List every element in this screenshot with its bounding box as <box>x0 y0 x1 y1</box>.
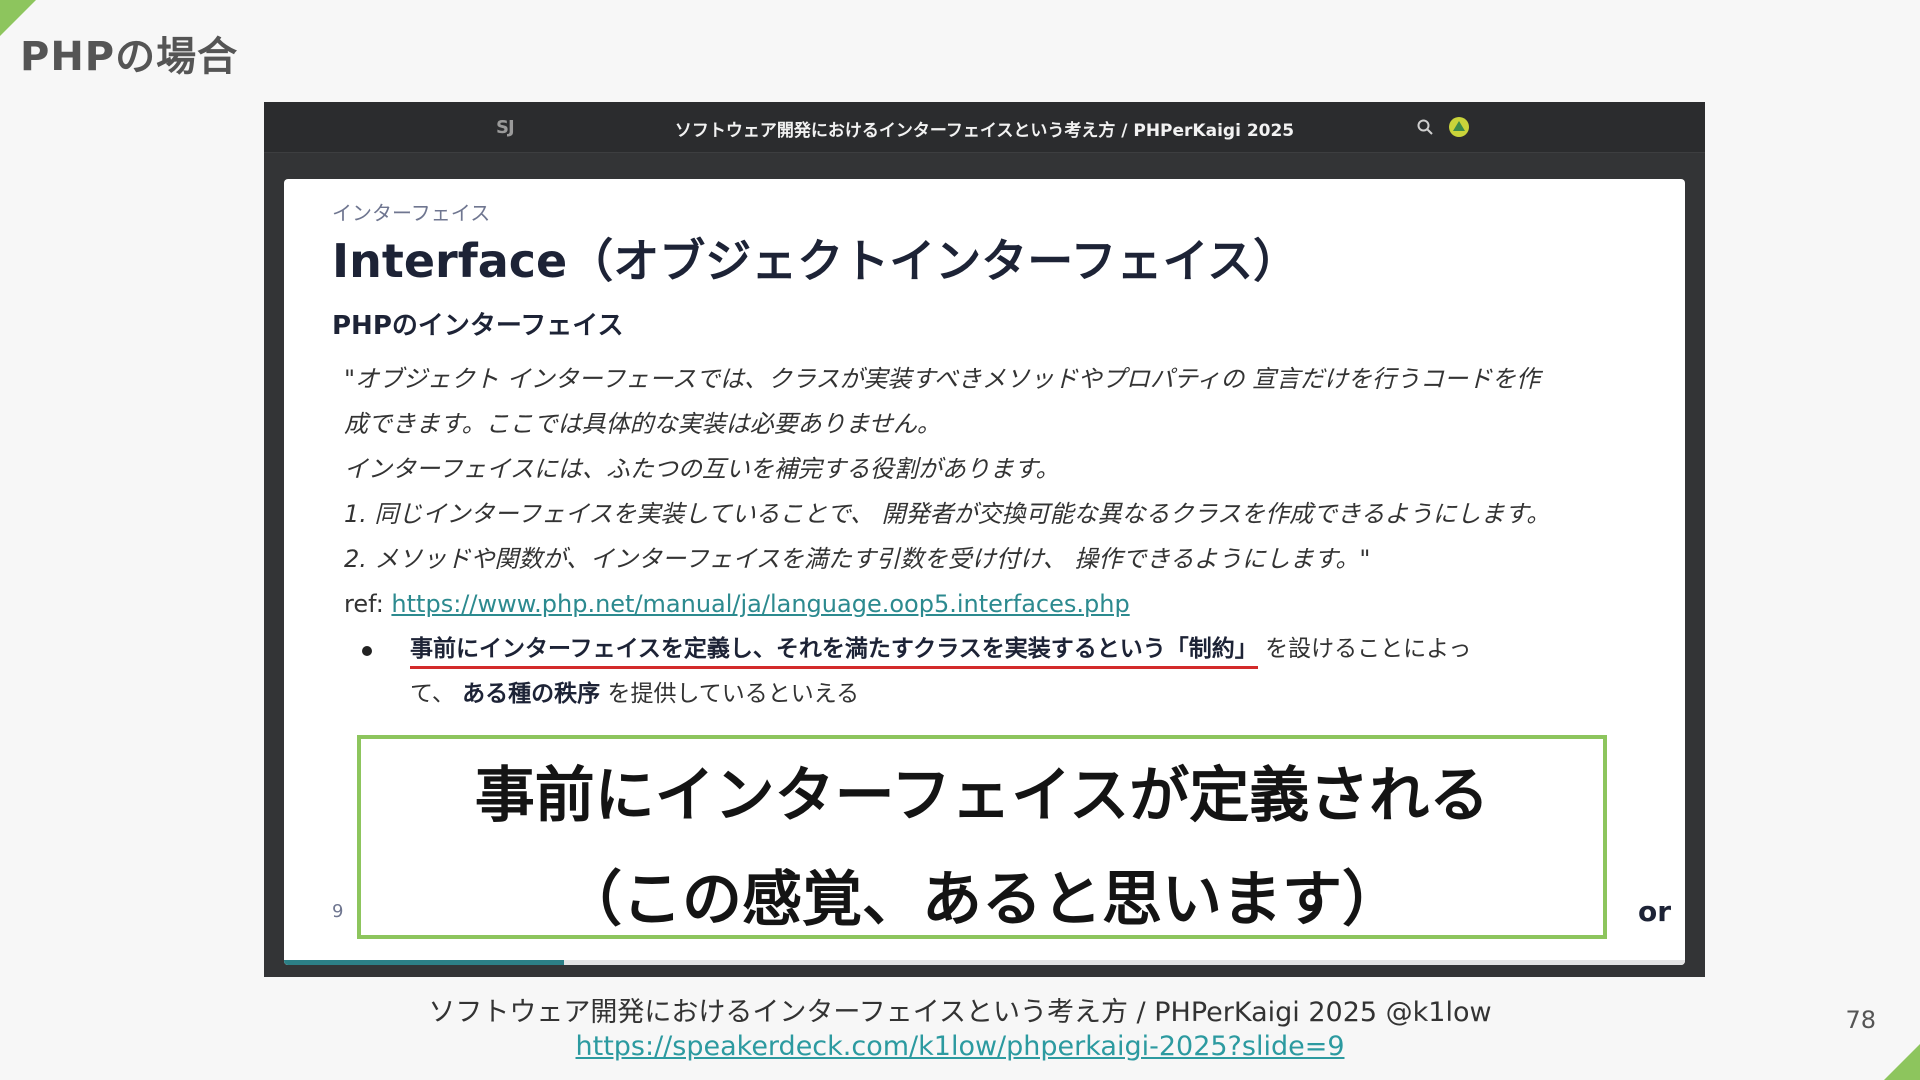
quote-line: 2. メソッドや関数が、インターフェイスを満たす引数を受け付け、 操作できるよう… <box>344 545 1371 573</box>
embed-header: SJ ソフトウェア開発におけるインターフェイスという考え方 / PHPerKai… <box>264 102 1705 153</box>
emphasis-line-1: 事前にインターフェイスが定義される <box>474 761 1490 831</box>
quote-line: 成できます。ここでは具体的な実装は必要ありません。 <box>344 410 941 438</box>
page-title: PHPの場合 <box>20 34 239 80</box>
slide-body: "オブジェクト インターフェースでは、クラスが実装すべきメソッドやプロパティの … <box>344 357 1644 717</box>
embed-deck-title[interactable]: ソフトウェア開発におけるインターフェイスという考え方 / PHPerKaigi … <box>264 116 1705 141</box>
bullet-text: て、 <box>410 681 463 707</box>
quote-line: "オブジェクト インターフェースでは、クラスが実装すべきメソッドやプロパティの … <box>344 365 1541 393</box>
bullet-emphasis-constraint: 事前にインターフェイスを定義し、それを満たすクラスを実装するという「制約」 <box>410 636 1258 669</box>
avatar-icon[interactable] <box>1448 116 1470 138</box>
page-number: 78 <box>1845 1006 1876 1034</box>
slide-progress-bar[interactable] <box>284 960 1685 965</box>
quote-line: 1. 同じインターフェイスを実装していることで、 開発者が交換可能な異なるクラス… <box>344 500 1551 528</box>
slide-progress-fill <box>284 960 565 965</box>
source-caption: ソフトウェア開発におけるインターフェイスという考え方 / PHPerKaigi … <box>428 997 1492 1028</box>
quote-line: インターフェイスには、ふたつの互いを補完する役割があります。 <box>344 455 1060 483</box>
bullet-text: を設けることによっ <box>1257 636 1472 662</box>
slide-number: 9 <box>332 901 344 922</box>
emphasis-box: 事前にインターフェイスが定義される （この感覚、あると思います） <box>357 735 1607 939</box>
ref-link[interactable]: https://www.php.net/manual/ja/language.o… <box>391 590 1129 618</box>
bullet-dot <box>362 646 372 656</box>
ref-label: ref: <box>344 590 392 618</box>
bullet-item: 事前にインターフェイスを定義し、それを満たすクラスを実装するという「制約」 を設… <box>344 627 1644 717</box>
bullet-text: を提供しているといえる <box>600 681 860 707</box>
source-link[interactable]: https://speakerdeck.com/k1low/phperkaigi… <box>0 1031 1920 1062</box>
search-icon[interactable] <box>1416 118 1434 136</box>
emphasis-line-2: （この感覚、あると思います） <box>562 865 1402 935</box>
slide-kicker: インターフェイス <box>332 201 491 225</box>
slide-heading: Interface（オブジェクトインターフェイス） <box>332 234 1300 288</box>
slide-brand: or <box>1637 895 1671 928</box>
reference-line: ref: https://www.php.net/manual/ja/langu… <box>344 582 1644 627</box>
bullet-emphasis-order: ある種の秩序 <box>462 681 601 707</box>
slide-subheading: PHPのインターフェイス <box>332 311 624 341</box>
